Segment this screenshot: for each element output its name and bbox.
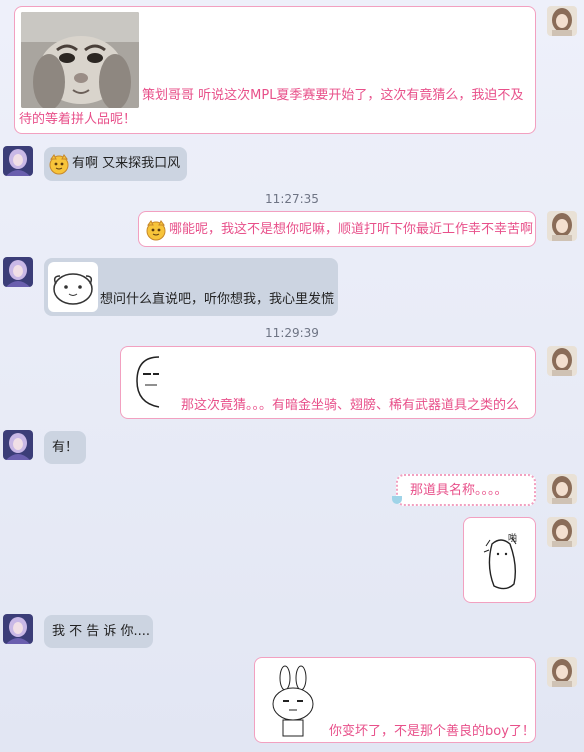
avatar[interactable] (547, 474, 577, 504)
peek-face-sticker[interactable] (129, 353, 169, 411)
scared-sticker[interactable]: 啪 (476, 526, 526, 596)
bunny-sticker[interactable] (265, 664, 321, 740)
message-bubble: 你变坏了，不是那个善良的boy了！ (254, 657, 536, 743)
message-bubble: 想问什么直说吧，听你想我，我心里发慌 (44, 258, 338, 316)
sheep-sticker[interactable] (48, 262, 98, 312)
teacup-icon (392, 496, 402, 504)
message-text: 我 不 告 诉 你.... (52, 624, 151, 639)
cat-face-emoji[interactable] (145, 219, 167, 247)
avatar[interactable] (3, 146, 33, 176)
avatar[interactable] (547, 346, 577, 376)
rabbit-photo[interactable] (21, 12, 139, 108)
message-bubble: 哪能呢，我这不是想你呢嘛，顺道打听下你最近工作幸不幸苦啊 (138, 211, 536, 247)
message-bubble: 我 不 告 诉 你.... (44, 615, 153, 648)
avatar[interactable] (3, 430, 33, 460)
timestamp: 11:29:39 (265, 326, 319, 340)
sticker-text: 啪 (508, 534, 518, 544)
message-bubble: 有！ (44, 431, 86, 464)
message-text: 待的等着拼人品呢！ (19, 112, 137, 127)
message-bubble: 策划哥哥 听说这次MPL夏季赛要开始了，这次有竟猜么，我迫不及 待的等着拼人品呢… (14, 6, 536, 134)
message-text: 有啊 又来探我口风 (72, 156, 181, 171)
message-bubble: 啪 (463, 517, 536, 603)
avatar[interactable] (547, 211, 577, 241)
avatar[interactable] (547, 517, 577, 547)
message-text: 那道具名称。。。。 (410, 483, 508, 498)
message-bubble: 那道具名称。。。。 (392, 474, 536, 506)
message-bubble: 有啊 又来探我口风 (44, 147, 187, 181)
cat-face-emoji[interactable] (48, 153, 70, 181)
avatar[interactable] (547, 657, 577, 687)
avatar[interactable] (3, 614, 33, 644)
message-text: 那这次竟猜。。。有暗金坐骑、翅膀、稀有武器道具之类的么 (181, 398, 520, 413)
avatar[interactable] (547, 6, 577, 36)
avatar[interactable] (3, 257, 33, 287)
message-text: 哪能呢，我这不是想你呢嘛，顺道打听下你最近工作幸不幸苦啊 (169, 222, 534, 237)
message-text: 想问什么直说吧，听你想我，我心里发慌 (100, 292, 335, 307)
timestamp: 11:27:35 (265, 192, 319, 206)
message-bubble: 那这次竟猜。。。有暗金坐骑、翅膀、稀有武器道具之类的么 (120, 346, 536, 419)
message-text: 策划哥哥 听说这次MPL夏季赛要开始了，这次有竟猜么，我迫不及 (142, 88, 524, 103)
message-text: 有！ (52, 440, 79, 455)
message-text: 你变坏了，不是那个善良的boy了！ (329, 724, 535, 739)
